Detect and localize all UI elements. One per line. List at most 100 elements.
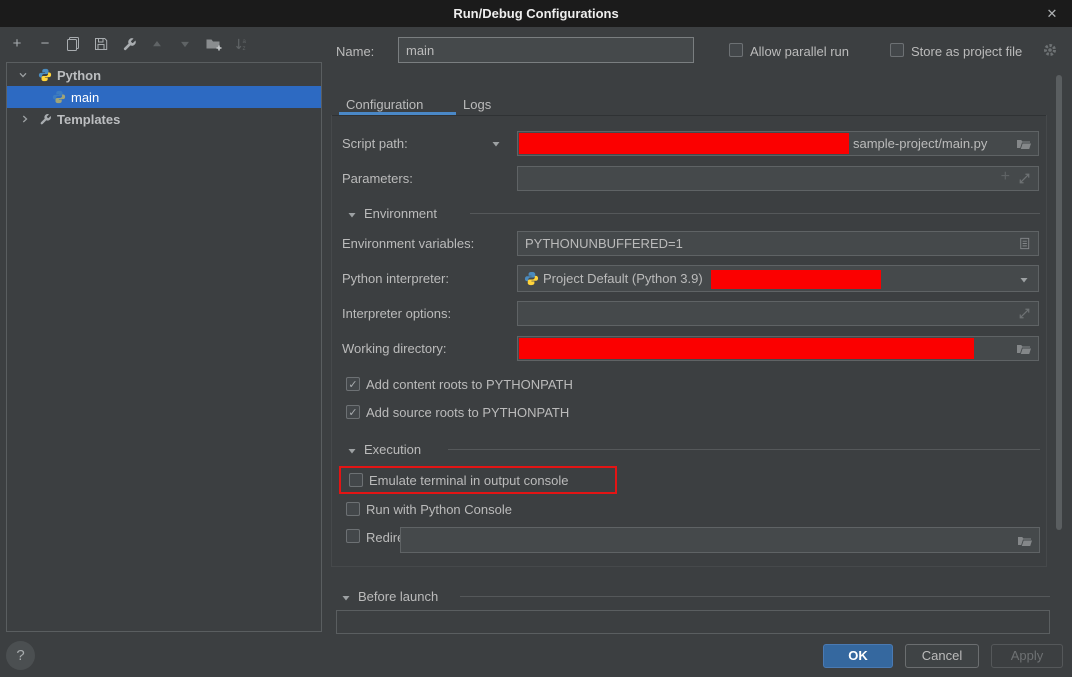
section-divider [470,213,1040,214]
environment-variables-value: PYTHONUNBUFFERED=1 [525,236,683,251]
run-python-console-label: Run with Python Console [366,502,512,517]
remove-configuration-button[interactable]: − [36,35,54,53]
arrow-down-icon [178,37,192,51]
new-folder-button[interactable] [204,35,222,53]
interpreter-options-field[interactable] [517,301,1039,326]
add-content-roots-checkbox[interactable]: ✓ [346,377,360,391]
save-configuration-button[interactable] [92,35,110,53]
redirect-input-field[interactable] [400,527,1040,553]
allow-parallel-run-checkbox[interactable] [729,43,743,57]
tree-item-templates[interactable]: Templates [7,108,321,130]
working-directory-field[interactable] [517,336,1039,361]
section-divider [460,596,1050,597]
redirect-input-checkbox[interactable] [346,529,360,543]
dialog-title: Run/Debug Configurations [0,0,1072,27]
edit-list-icon[interactable] [1017,236,1032,251]
apply-button[interactable]: Apply [991,644,1063,668]
help-button[interactable]: ? [6,641,35,670]
chevron-down-icon[interactable] [1018,274,1030,286]
python-interpreter-select[interactable]: Project Default (Python 3.9) [517,265,1039,292]
tree-item-label: Python [57,68,101,83]
python-icon [524,271,539,286]
python-icon [37,67,53,83]
close-icon[interactable]: ✕ [1040,0,1064,27]
check-icon: ✓ [348,406,357,419]
sort-az-icon: az [234,37,249,52]
add-macro-icon[interactable]: + [1001,168,1010,186]
script-path-label: Script path: [342,136,408,151]
plus-icon: + [13,35,22,53]
script-path-field[interactable]: sample-project/main.py [517,131,1039,156]
tree-item-label: main [71,90,99,105]
move-up-button[interactable] [148,35,166,53]
name-label: Name: [336,44,374,59]
folder-icon[interactable] [1016,136,1032,152]
store-as-project-file-checkbox[interactable] [890,43,904,57]
wrench-icon [37,111,53,127]
redaction-block [519,133,849,154]
move-down-button[interactable] [176,35,194,53]
copy-icon [65,36,81,52]
environment-variables-label: Environment variables: [342,236,474,251]
redaction-block [519,338,974,359]
emulate-terminal-checkbox[interactable] [349,473,363,487]
add-source-roots-label: Add source roots to PYTHONPATH [366,405,569,420]
tree-item-main[interactable]: main [7,86,321,108]
working-directory-label: Working directory: [342,341,447,356]
red-highlight-annotation: Emulate terminal in output console [339,466,617,494]
environment-collapse-icon[interactable] [346,209,358,221]
before-launch-section-label: Before launch [358,589,438,604]
section-divider [448,449,1040,450]
store-as-project-file-label: Store as project file [911,44,1022,59]
python-interpreter-value: Project Default (Python 3.9) [543,271,703,286]
ok-button[interactable]: OK [823,644,893,668]
sort-configurations-button[interactable]: az [232,35,250,53]
python-icon [51,89,67,105]
tab-logs[interactable]: Logs [463,97,491,112]
before-launch-collapse-icon[interactable] [340,592,352,604]
execution-collapse-icon[interactable] [346,445,358,457]
arrow-up-icon [150,37,164,51]
redaction-block [711,270,881,289]
folder-icon[interactable] [1017,533,1033,549]
add-configuration-button[interactable]: + [8,35,26,53]
expand-icon[interactable] [1017,306,1032,321]
cancel-button[interactable]: Cancel [905,644,979,668]
environment-section-label: Environment [364,206,437,221]
emulate-terminal-label: Emulate terminal in output console [369,473,568,488]
interpreter-options-label: Interpreter options: [342,306,451,321]
execution-section-label: Execution [364,442,421,457]
chevron-right-icon[interactable] [17,111,33,127]
name-input[interactable] [398,37,694,63]
svg-text:a: a [242,38,246,45]
environment-variables-field[interactable]: PYTHONUNBUFFERED=1 [517,231,1039,256]
before-launch-task-list[interactable] [336,610,1050,634]
python-interpreter-label: Python interpreter: [342,271,449,286]
wrench-icon [122,37,137,52]
tree-item-python[interactable]: Python [7,64,321,86]
gear-icon[interactable] [1042,42,1058,58]
parameters-field[interactable]: + [517,166,1039,191]
edit-templates-button[interactable] [120,35,138,53]
allow-parallel-run-label: Allow parallel run [750,44,849,59]
parameters-label: Parameters: [342,171,413,186]
tree-item-label: Templates [57,112,120,127]
add-content-roots-label: Add content roots to PYTHONPATH [366,377,573,392]
question-icon: ? [16,647,24,664]
chevron-down-icon[interactable] [15,67,31,83]
vertical-scrollbar-thumb[interactable] [1056,75,1062,530]
minus-icon: − [41,35,50,53]
check-icon: ✓ [348,378,357,391]
folder-icon[interactable] [1016,341,1032,357]
copy-configuration-button[interactable] [64,35,82,53]
tab-configuration[interactable]: Configuration [346,97,423,112]
run-python-console-checkbox[interactable] [346,502,360,516]
add-source-roots-checkbox[interactable]: ✓ [346,405,360,419]
save-icon [93,36,109,52]
script-path-dropdown-icon[interactable] [490,138,502,150]
svg-text:z: z [242,45,245,52]
dialog-titlebar: Run/Debug Configurations ✕ [0,0,1072,27]
expand-icon[interactable] [1017,171,1032,186]
configurations-tree: Python main Templates [6,62,322,632]
folder-add-icon [205,36,222,52]
